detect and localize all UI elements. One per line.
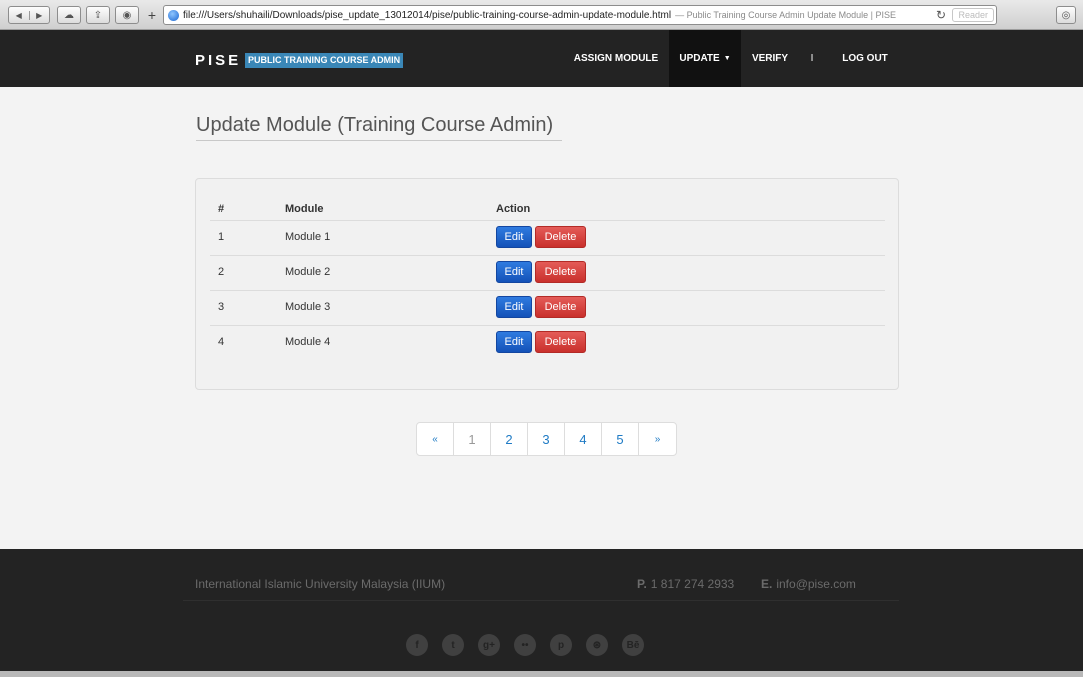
table-row: 1 Module 1 Edit Delete [210, 220, 885, 255]
pagination-next[interactable]: » [639, 423, 676, 455]
downloads-icon[interactable]: ◎ [1056, 6, 1076, 24]
header-module: Module [285, 203, 324, 215]
row-module-name: Module 1 [285, 231, 331, 243]
twitter-icon[interactable]: t [442, 634, 464, 656]
footer-phone: P. 1 817 274 2933 [637, 577, 734, 591]
nav-log-out[interactable]: LOG OUT [833, 30, 897, 87]
row-number: 2 [218, 266, 225, 278]
browser-toolbar: ◀ ▶ ☁ ⇪ ◉ + file:///Users/shuhaili/Downl… [0, 0, 1083, 30]
pagination-page-4[interactable]: 4 [565, 423, 602, 455]
row-actions: Edit Delete [496, 226, 586, 248]
delete-button[interactable]: Delete [535, 296, 586, 318]
window-bottom-edge [0, 671, 1083, 677]
table-row: 2 Module 2 Edit Delete [210, 255, 885, 290]
phone-label: P. [637, 577, 647, 591]
delete-button[interactable]: Delete [535, 226, 586, 248]
header-action: Action [496, 203, 531, 215]
row-number: 1 [218, 231, 225, 243]
flickr-icon[interactable]: •• [514, 634, 536, 656]
dribbble-icon[interactable]: ⊛ [586, 634, 608, 656]
reader-button[interactable]: Reader [952, 8, 994, 22]
caret-down-icon: ▼ [723, 55, 731, 62]
footer-divider [183, 600, 899, 601]
behance-icon[interactable]: Bē [622, 634, 644, 656]
reload-icon[interactable]: ↻ [936, 8, 946, 22]
delete-button[interactable]: Delete [535, 331, 586, 353]
table-header-row: # Module Action [210, 196, 885, 220]
edit-button[interactable]: Edit [496, 226, 532, 248]
main-content: Update Module (Training Course Admin) # … [0, 87, 1083, 549]
page-title: Update Module (Training Course Admin) [196, 114, 554, 136]
phone-number: 1 817 274 2933 [650, 577, 735, 591]
footer-organization: International Islamic University Malaysi… [195, 577, 446, 591]
pagination: « 1 2 3 4 5 » [416, 422, 677, 456]
footer: International Islamic University Malaysi… [0, 549, 1083, 677]
cloud-icon[interactable]: ☁ [57, 6, 81, 24]
row-number: 3 [218, 301, 225, 313]
back-icon[interactable]: ◀ [9, 10, 30, 20]
reading-list-icon[interactable]: ◉ [115, 6, 139, 24]
nav-assign-module[interactable]: ASSIGN MODULE [568, 30, 664, 87]
pagination-prev[interactable]: « [417, 423, 454, 455]
address-bar[interactable]: file:///Users/shuhaili/Downloads/pise_up… [163, 5, 997, 25]
facebook-icon[interactable]: f [406, 634, 428, 656]
email-label: E. [761, 577, 773, 591]
row-number: 4 [218, 336, 225, 348]
forward-icon[interactable]: ▶ [30, 11, 50, 20]
pagination-page-3[interactable]: 3 [528, 423, 565, 455]
new-tab-icon[interactable]: + [145, 6, 159, 24]
globe-icon [168, 9, 179, 21]
table-row: 4 Module 4 Edit Delete [210, 325, 885, 360]
row-actions: Edit Delete [496, 331, 586, 353]
edit-button[interactable]: Edit [496, 331, 532, 353]
delete-button[interactable]: Delete [535, 261, 586, 283]
url-text[interactable]: file:///Users/shuhaili/Downloads/pise_up… [183, 10, 671, 21]
brand-badge: PUBLIC TRAINING COURSE ADMIN [245, 53, 404, 68]
edit-button[interactable]: Edit [496, 261, 532, 283]
row-actions: Edit Delete [496, 261, 586, 283]
row-module-name: Module 4 [285, 336, 331, 348]
nav-verify[interactable]: VERIFY [745, 30, 795, 87]
row-actions: Edit Delete [496, 296, 586, 318]
row-module-name: Module 3 [285, 301, 331, 313]
email-address[interactable]: info@pise.com [776, 577, 856, 591]
footer-email: E. info@pise.com [761, 577, 856, 591]
nav-separator: I [810, 53, 814, 64]
url-page-title: — Public Training Course Admin Update Mo… [675, 10, 897, 20]
back-forward-buttons[interactable]: ◀ ▶ [8, 6, 50, 24]
header-number: # [218, 203, 225, 215]
row-module-name: Module 2 [285, 266, 331, 278]
google-plus-icon[interactable]: g+ [478, 634, 500, 656]
table-row: 3 Module 3 Edit Delete [210, 290, 885, 325]
pagination-page-5[interactable]: 5 [602, 423, 639, 455]
module-table-panel: # Module Action 1 Module 1 Edit Delete 2… [195, 178, 899, 390]
nav-update-dropdown[interactable]: UPDATE ▼ [669, 30, 741, 87]
top-navbar: PISE PUBLIC TRAINING COURSE ADMIN ASSIGN… [0, 30, 1083, 87]
module-table: # Module Action 1 Module 1 Edit Delete 2… [210, 196, 885, 360]
brand-logo[interactable]: PISE [195, 52, 241, 69]
title-divider [196, 140, 562, 141]
share-icon[interactable]: ⇪ [86, 6, 110, 24]
nav-update-label: UPDATE [679, 53, 720, 64]
pagination-page-2[interactable]: 2 [491, 423, 528, 455]
pinterest-icon[interactable]: p [550, 634, 572, 656]
social-links: f t g+ •• p ⊛ Bē [406, 634, 644, 656]
pagination-page-1[interactable]: 1 [454, 423, 491, 455]
edit-button[interactable]: Edit [496, 296, 532, 318]
